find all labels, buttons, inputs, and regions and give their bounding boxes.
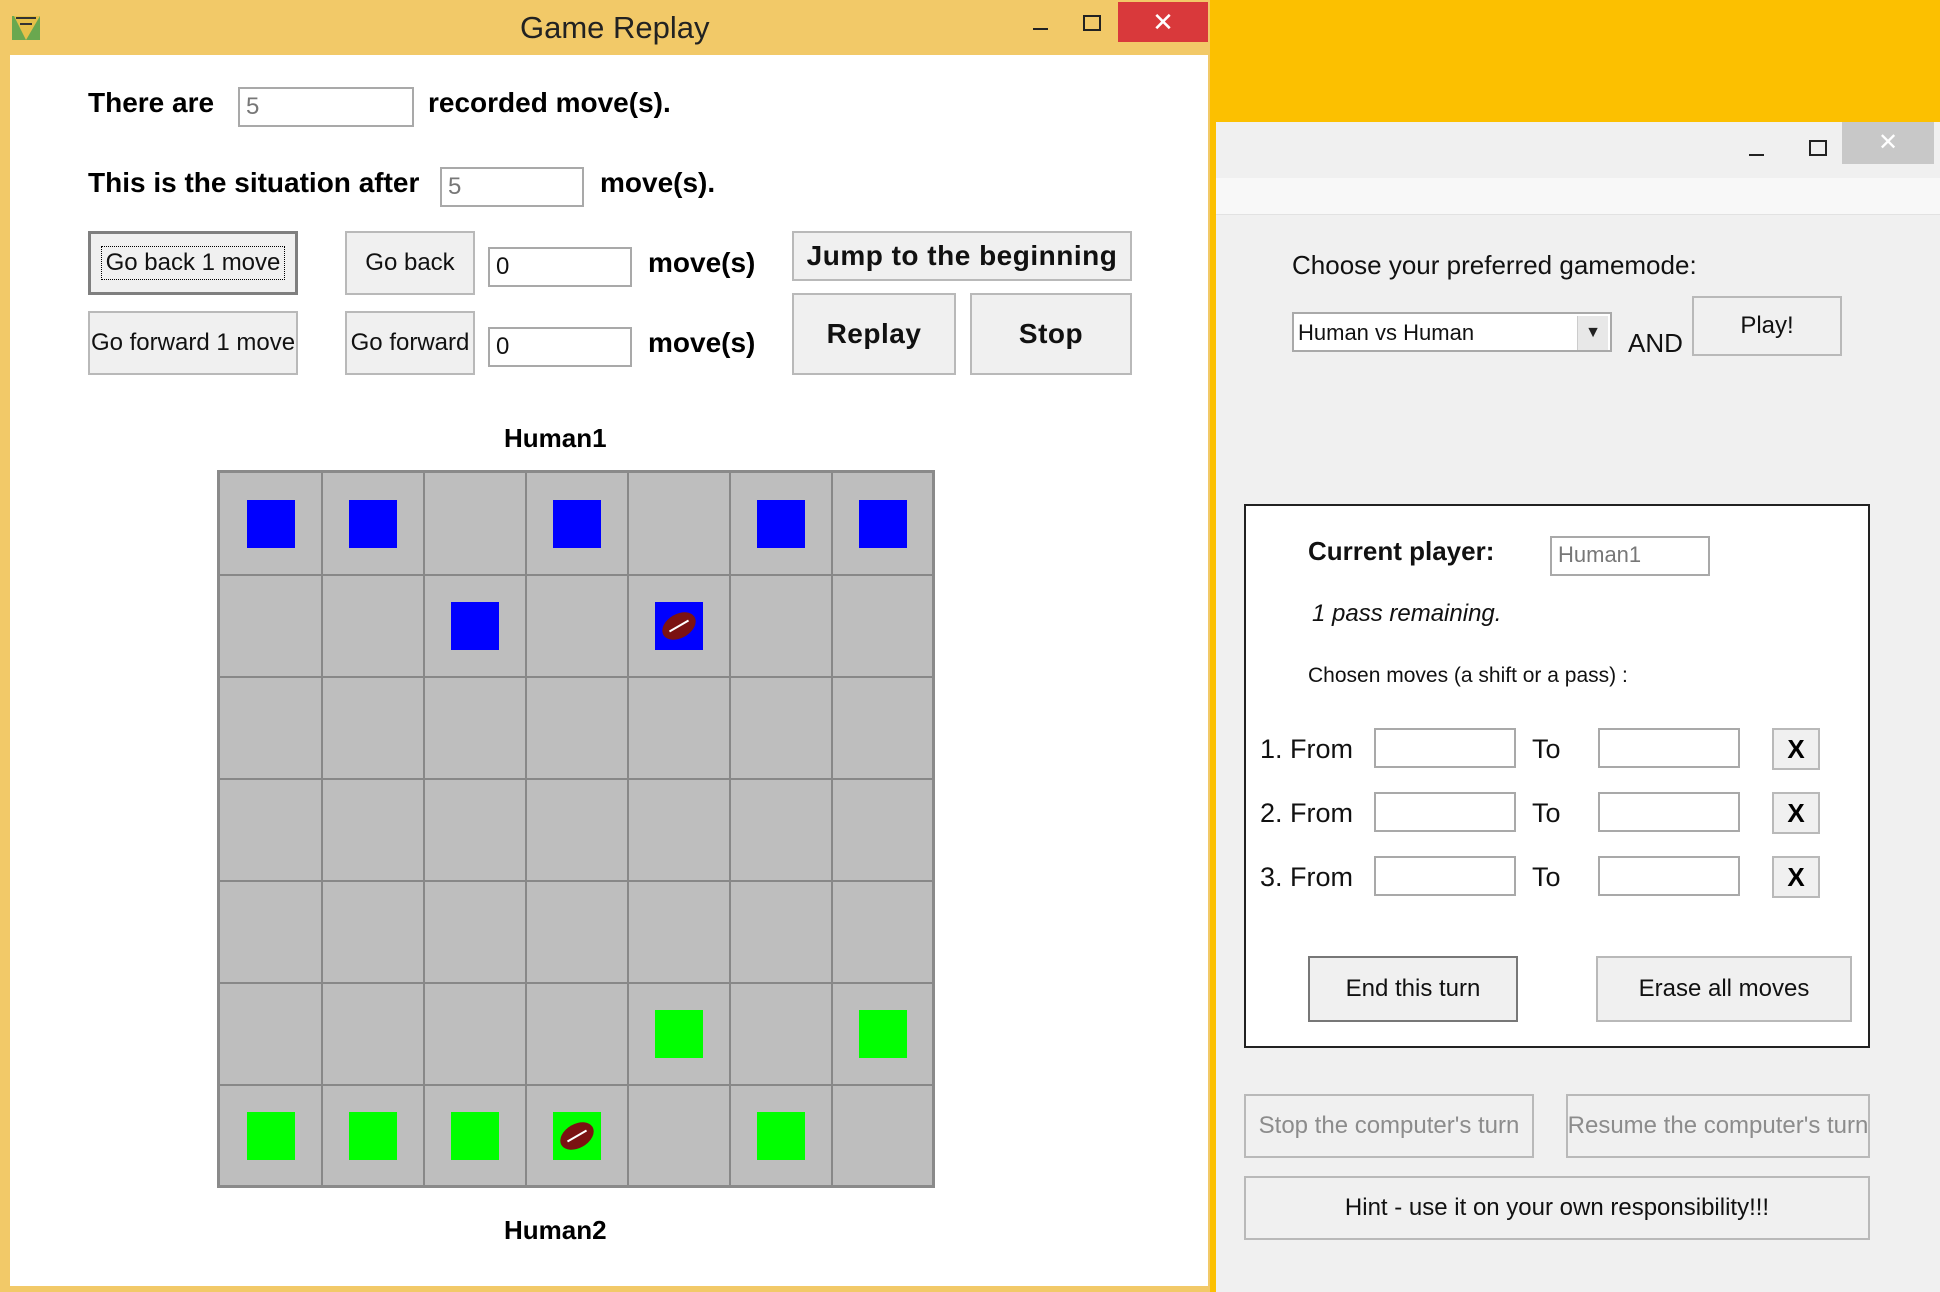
bottom-player-label: Human2	[504, 1215, 607, 1245]
go-forward-1-button[interactable]: Go forward 1 move	[88, 311, 298, 375]
board-gridline	[423, 473, 425, 1185]
close-icon[interactable]: ✕	[1842, 122, 1934, 164]
move-from-label: 3. From	[1260, 862, 1354, 892]
board-gridline	[627, 473, 629, 1185]
move-from-label: 2. From	[1260, 798, 1354, 828]
chosen-moves-label: Chosen moves (a shift or a pass) :	[1308, 664, 1628, 687]
situation-count-field[interactable]: 5	[440, 167, 584, 207]
board-gridline	[220, 778, 932, 780]
game-board[interactable]	[217, 470, 935, 1188]
board-gridline	[321, 473, 323, 1185]
move-from-field[interactable]	[1374, 792, 1516, 832]
move-from-field[interactable]	[1374, 728, 1516, 768]
top-player-label: Human1	[504, 423, 607, 453]
move-from-label: 1. From	[1260, 734, 1354, 764]
blue-piece[interactable]	[553, 500, 601, 548]
turn-panel: Current player: Human1 1 pass remaining.…	[1244, 504, 1870, 1048]
window-title: Game Replay	[520, 10, 710, 45]
situation-suffix-label: move(s).	[600, 167, 716, 198]
board-gridline	[220, 982, 932, 984]
board-gridline	[220, 574, 932, 576]
board-gridline	[525, 473, 527, 1185]
clear-move-button[interactable]: X	[1772, 792, 1820, 834]
blue-piece[interactable]	[859, 500, 907, 548]
go-back-1-label: Go back 1 move	[100, 246, 286, 280]
green-piece[interactable]	[247, 1112, 295, 1160]
replay-button[interactable]: Replay	[792, 293, 956, 375]
minimize-icon[interactable]	[1020, 6, 1060, 46]
gamemode-select[interactable]: Human vs Human ▼	[1292, 312, 1612, 352]
clear-move-button[interactable]: X	[1772, 856, 1820, 898]
current-player-label: Current player:	[1308, 536, 1495, 566]
app-icon	[12, 16, 40, 40]
end-turn-button[interactable]: End this turn	[1308, 956, 1518, 1022]
stop-computer-turn-button[interactable]: Stop the computer's turn	[1244, 1094, 1534, 1158]
clear-move-button[interactable]: X	[1772, 728, 1820, 770]
jump-beginning-button[interactable]: Jump to the beginning	[792, 231, 1132, 281]
gamemode-selected-value: Human vs Human	[1298, 320, 1475, 345]
close-icon[interactable]: ✕	[1118, 2, 1208, 42]
go-back-1-button[interactable]: Go back 1 move	[88, 231, 298, 295]
green-piece[interactable]	[757, 1112, 805, 1160]
football-icon	[657, 606, 701, 646]
move-to-field[interactable]	[1598, 728, 1740, 768]
blue-piece[interactable]	[349, 500, 397, 548]
situation-prefix-label: This is the situation after	[88, 167, 420, 198]
erase-moves-button[interactable]: Erase all moves	[1596, 956, 1852, 1022]
move-to-label: To	[1532, 798, 1561, 828]
recorded-prefix-label: There are	[88, 87, 215, 118]
hint-button[interactable]: Hint - use it on your own responsibility…	[1244, 1176, 1870, 1240]
green-piece[interactable]	[655, 1010, 703, 1058]
forward-moves-label: move(s)	[648, 327, 756, 358]
recorded-suffix-label: recorded move(s).	[428, 87, 671, 118]
move-to-label: To	[1532, 862, 1561, 892]
board-gridline	[729, 473, 731, 1185]
back-count-field[interactable]: 0	[488, 247, 632, 287]
green-piece[interactable]	[349, 1112, 397, 1160]
board-gridline	[831, 473, 833, 1185]
play-button[interactable]: Play!	[1692, 296, 1842, 356]
chevron-down-icon[interactable]: ▼	[1577, 316, 1608, 350]
go-back-button[interactable]: Go back	[345, 231, 475, 295]
replay-window: Game Replay ✕ There are 5 recorded move(…	[0, 0, 1210, 1292]
green-piece[interactable]	[451, 1112, 499, 1160]
recorded-count-field[interactable]: 5	[238, 87, 414, 127]
and-label: AND	[1628, 328, 1683, 358]
football-icon	[555, 1116, 599, 1156]
stop-button[interactable]: Stop	[970, 293, 1132, 375]
forward-count-field[interactable]: 0	[488, 327, 632, 367]
gamemode-prompt: Choose your preferred gamemode:	[1292, 250, 1697, 280]
back-moves-label: move(s)	[648, 247, 756, 278]
move-to-field[interactable]	[1598, 792, 1740, 832]
maximize-icon[interactable]	[1070, 6, 1110, 46]
blue-piece[interactable]	[451, 602, 499, 650]
passes-remaining: 1 pass remaining.	[1312, 600, 1502, 627]
blue-piece[interactable]	[655, 602, 703, 650]
maximize-icon[interactable]	[1796, 130, 1836, 170]
move-to-field[interactable]	[1598, 856, 1740, 896]
green-piece[interactable]	[859, 1010, 907, 1058]
resume-computer-turn-button[interactable]: Resume the computer's turn	[1566, 1094, 1870, 1158]
move-from-field[interactable]	[1374, 856, 1516, 896]
board-gridline	[220, 1084, 932, 1086]
move-to-label: To	[1532, 734, 1561, 764]
green-piece[interactable]	[553, 1112, 601, 1160]
current-player-field: Human1	[1550, 536, 1710, 576]
game-window: ✕ Choose your preferred gamemode: Human …	[1216, 122, 1940, 1292]
minimize-icon[interactable]	[1736, 130, 1776, 170]
board-gridline	[220, 676, 932, 678]
blue-piece[interactable]	[757, 500, 805, 548]
blue-piece[interactable]	[247, 500, 295, 548]
board-gridline	[220, 880, 932, 882]
game-titlebar: ✕	[1216, 122, 1940, 178]
go-forward-button[interactable]: Go forward	[345, 311, 475, 375]
menu-bar	[1216, 178, 1940, 215]
